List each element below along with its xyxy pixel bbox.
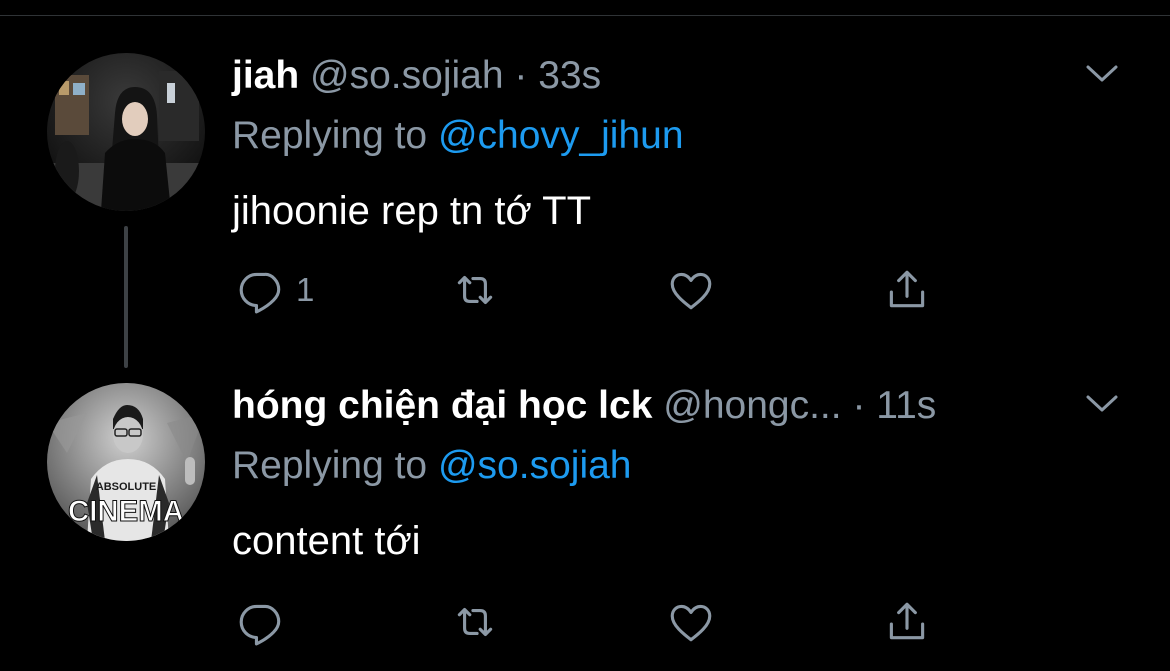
chevron-down-icon[interactable]: [1082, 388, 1122, 418]
display-name[interactable]: jiah: [232, 54, 299, 97]
reply-button[interactable]: [236, 594, 296, 650]
reply-button[interactable]: 1: [236, 262, 314, 318]
replying-to-line: Replying to @chovy_jihun: [232, 112, 684, 160]
display-name[interactable]: hóng chiện đại học lck: [232, 384, 652, 427]
retweet-button[interactable]: [450, 262, 500, 318]
chevron-down-icon[interactable]: [1082, 58, 1122, 88]
timestamp[interactable]: 11s: [876, 384, 936, 427]
separator-dot: ·: [852, 384, 866, 427]
tweet-thread: jiah @so.sojiah · 33s Replying to @chovy…: [0, 0, 1170, 671]
mention-link[interactable]: @so.sojiah: [438, 444, 632, 487]
mention-link[interactable]: @chovy_jihun: [438, 114, 684, 157]
tweet-header: jiah @so.sojiah · 33s: [232, 52, 601, 100]
like-icon: [670, 604, 712, 642]
tweet[interactable]: jiah @so.sojiah · 33s Replying to @chovy…: [0, 0, 1170, 340]
tweet-actions: 1: [232, 262, 952, 318]
share-icon: [889, 602, 925, 640]
avatar[interactable]: ABSOLUTE CINEMA: [47, 383, 205, 541]
avatar[interactable]: [47, 53, 205, 211]
share-button[interactable]: [882, 594, 932, 650]
share-button[interactable]: [882, 262, 932, 318]
reply-count: 1: [296, 271, 315, 308]
replying-to-label: Replying to: [232, 114, 428, 157]
tweet[interactable]: ABSOLUTE CINEMA hóng chiện đại học lck @…: [0, 340, 1170, 671]
retweet-icon: [457, 607, 493, 637]
separator-dot: ·: [514, 54, 528, 97]
user-handle[interactable]: @so.sojiah: [310, 54, 504, 97]
like-icon: [670, 272, 712, 310]
user-handle[interactable]: @hongc...: [663, 384, 841, 427]
tweet-actions: [232, 594, 952, 650]
replying-to-line: Replying to @so.sojiah: [232, 442, 631, 490]
like-button[interactable]: [666, 262, 716, 318]
tweet-text: jihoonie rep tn tớ TT: [232, 189, 592, 233]
reply-icon: [239, 604, 281, 646]
reply-icon: [239, 272, 281, 314]
retweet-button[interactable]: [450, 594, 500, 650]
avatar-caption-top: ABSOLUTE: [96, 481, 157, 493]
retweet-icon: [457, 275, 493, 305]
share-icon: [889, 270, 925, 308]
like-button[interactable]: [666, 594, 716, 650]
replying-to-label: Replying to: [232, 444, 428, 487]
avatar-caption-bottom: CINEMA: [68, 495, 184, 528]
timestamp[interactable]: 33s: [538, 54, 601, 97]
tweet-header: hóng chiện đại học lck @hongc... · 11s: [232, 382, 936, 430]
tweet-text: content tới: [232, 519, 421, 563]
